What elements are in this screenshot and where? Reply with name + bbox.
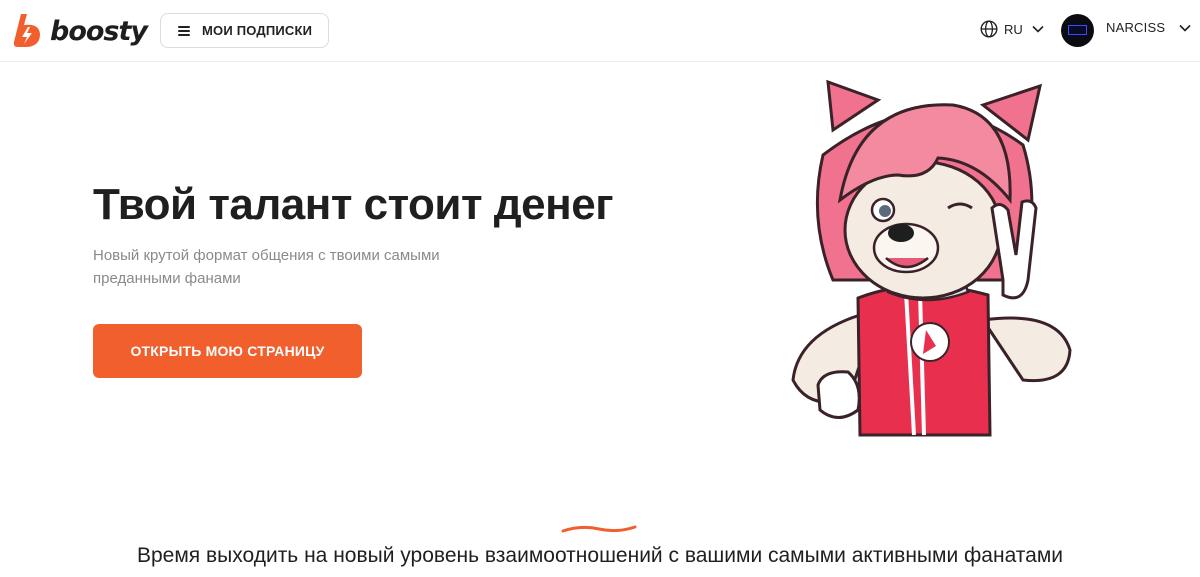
language-label: RU (1004, 21, 1023, 37)
chevron-down-icon (1179, 24, 1191, 32)
my-subscriptions-label: МОИ ПОДПИСКИ (202, 23, 313, 38)
chevron-down-icon (1032, 25, 1044, 33)
mascot-illustration (791, 80, 1072, 437)
hero-subtitle: Новый крутой формат общения с твоими сам… (93, 247, 440, 287)
logo-wordmark: boosty (50, 15, 148, 47)
decorative-squiggle (561, 525, 637, 533)
globe-icon (980, 20, 998, 38)
open-my-page-label: ОТКРЫТЬ МОЮ СТРАНИЦУ (130, 343, 325, 359)
boosty-logo[interactable]: boosty (12, 13, 148, 49)
menu-icon (178, 25, 190, 36)
user-name: NARCISS (1106, 20, 1166, 35)
section-tagline: Время выходить на новый уровень взаимоот… (136, 544, 1064, 567)
my-subscriptions-button[interactable]: МОИ ПОДПИСКИ (160, 13, 329, 48)
user-avatar[interactable] (1061, 14, 1094, 47)
open-my-page-button[interactable]: ОТКРЫТЬ МОЮ СТРАНИЦУ (93, 324, 362, 378)
boosty-bolt-icon (13, 14, 40, 47)
language-selector[interactable]: RU (980, 20, 1044, 38)
hero-title: Твой талант стоит денег (93, 180, 614, 229)
top-bar: boosty МОИ ПОДПИСКИ RU NARCISS (0, 0, 1200, 62)
user-menu[interactable]: NARCISS (1106, 20, 1191, 35)
